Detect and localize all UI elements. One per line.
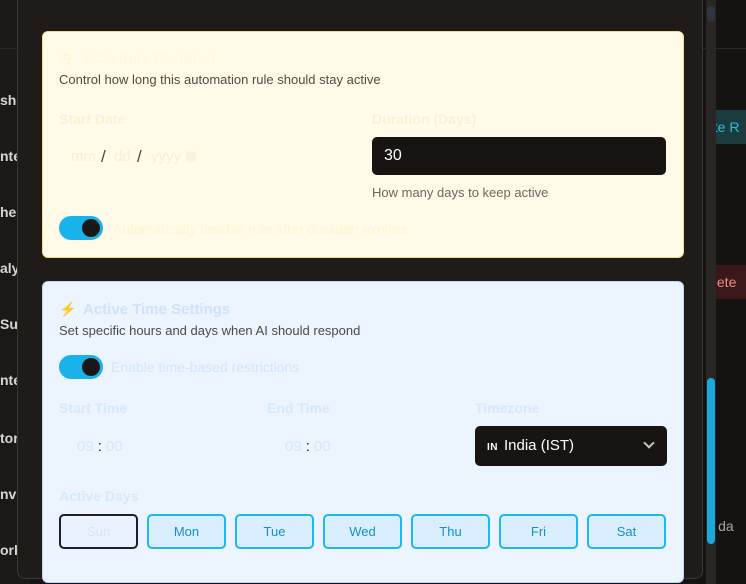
- timezone-select[interactable]: IN India (IST): [475, 426, 667, 466]
- active-time-card: ⚡ Active Time Settings Set specific hour…: [42, 281, 684, 583]
- date-day[interactable]: dd: [114, 148, 131, 165]
- end-time-input[interactable]: 09:00: [285, 438, 331, 464]
- auto-disable-label: Automatically disable rule after duratio…: [113, 221, 408, 237]
- lightning-icon: ⚡: [59, 301, 77, 317]
- background-sidebar-item[interactable]: tor: [0, 430, 19, 446]
- duration-days-input[interactable]: 30: [372, 137, 666, 175]
- schedule-duration-card: ◷ Schedule Duration Control how long thi…: [42, 31, 684, 258]
- timezone-value: India (IST): [504, 437, 575, 454]
- chevron-down-icon: [643, 437, 655, 449]
- clock-icon: ◷: [59, 50, 72, 66]
- day-button-thu[interactable]: Thu: [411, 514, 490, 549]
- timezone-label: Timezone: [475, 400, 540, 416]
- active-days-label: Active Days: [59, 488, 139, 504]
- date-year[interactable]: yyyy: [151, 148, 181, 165]
- schedule-title: Schedule Duration: [83, 50, 216, 67]
- india-flag-icon: IN: [487, 442, 498, 453]
- toggle-knob: [82, 219, 100, 237]
- duration-label: Duration (Days): [372, 111, 477, 127]
- start-time-input[interactable]: 09:00: [77, 438, 123, 464]
- day-button-sat[interactable]: Sat: [587, 514, 666, 549]
- auto-disable-toggle[interactable]: [59, 216, 103, 240]
- background-sidebar-item[interactable]: nv: [0, 486, 16, 502]
- scrollbar-top-thumb: [707, 6, 715, 22]
- active-time-description: Set specific hours and days when AI shou…: [59, 323, 361, 338]
- background-sidebar-item[interactable]: he: [0, 204, 16, 220]
- day-button-tue[interactable]: Tue: [235, 514, 314, 549]
- end-minute[interactable]: 00: [314, 438, 331, 455]
- calendar-icon[interactable]: ▦: [185, 148, 197, 164]
- day-button-fri[interactable]: Fri: [499, 514, 578, 549]
- schedule-description: Control how long this automation rule sh…: [59, 72, 381, 87]
- start-time-label: Start Time: [59, 400, 128, 416]
- time-restrictions-toggle[interactable]: [59, 355, 103, 379]
- toggle-knob: [82, 358, 100, 376]
- active-time-title: Active Time Settings: [83, 301, 231, 318]
- end-time-label: End Time: [267, 400, 330, 416]
- background-sidebar-item[interactable]: sh: [0, 92, 16, 108]
- day-button-mon[interactable]: Mon: [147, 514, 226, 549]
- start-minute[interactable]: 00: [106, 438, 123, 455]
- date-separator: /: [137, 147, 142, 166]
- time-restrictions-label: Enable time-based restrictions: [111, 359, 300, 375]
- start-date-label: Start Date: [59, 111, 126, 127]
- day-button-sun[interactable]: Sun: [59, 514, 138, 549]
- date-month[interactable]: mm: [71, 148, 96, 165]
- duration-helper-text: How many days to keep active: [372, 185, 549, 200]
- day-button-wed[interactable]: Wed: [323, 514, 402, 549]
- start-date-input[interactable]: mm / dd / yyyy ▦: [59, 144, 259, 170]
- background-sidebar-item[interactable]: Su: [0, 316, 18, 332]
- modal-scrollbar-thumb[interactable]: [707, 378, 715, 544]
- date-separator: /: [101, 147, 106, 166]
- start-hour[interactable]: 09: [77, 438, 94, 455]
- end-hour[interactable]: 09: [285, 438, 302, 455]
